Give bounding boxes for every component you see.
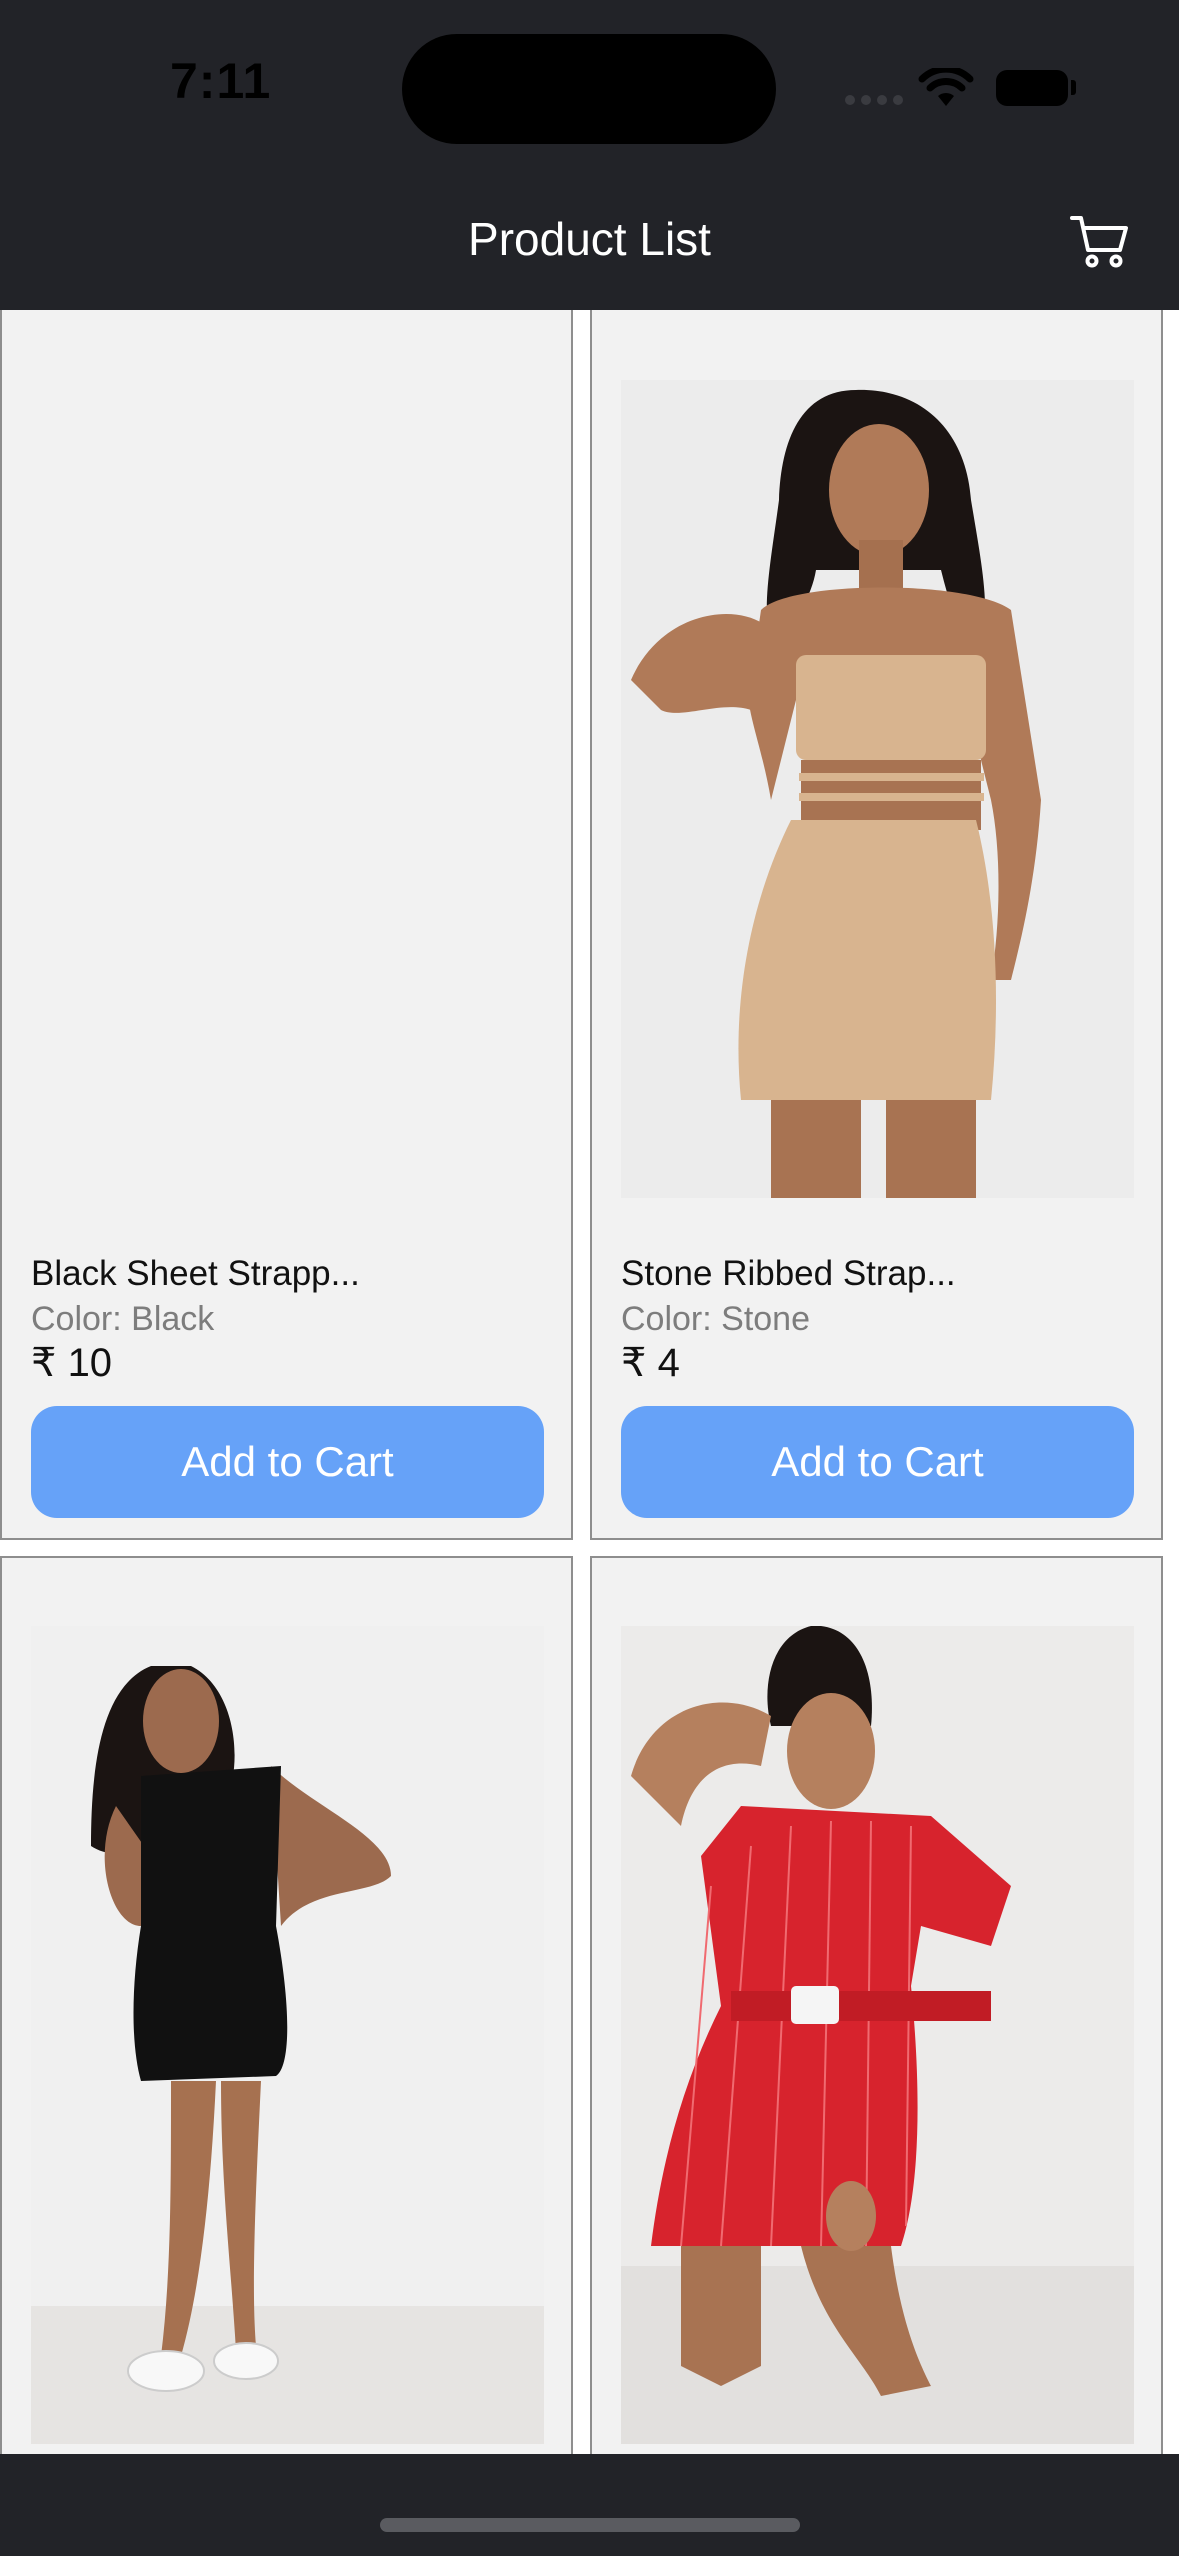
- product-name: Stone Ribbed Strap...: [621, 1254, 956, 1293]
- page-title: Product List: [468, 213, 711, 265]
- add-to-cart-button[interactable]: Add to Cart: [31, 1406, 544, 1518]
- dynamic-island: [402, 34, 776, 144]
- product-card[interactable]: [590, 1556, 1163, 2454]
- product-color: Color: Stone: [621, 1300, 810, 1338]
- cellular-signal-icon: [845, 92, 909, 110]
- product-image: [621, 380, 1134, 1198]
- product-color: Color: Black: [31, 1300, 215, 1338]
- wifi-icon: [918, 68, 974, 106]
- battery-icon: [996, 70, 1068, 106]
- product-card[interactable]: Black Sheet Strapp... Color: Black ₹ 10 …: [0, 310, 573, 1540]
- product-price: ₹ 10: [31, 1341, 113, 1385]
- product-image: [621, 1626, 1134, 2444]
- battery-tip: [1071, 80, 1076, 95]
- home-indicator[interactable]: [380, 2518, 800, 2532]
- product-price: ₹ 4: [621, 1341, 680, 1385]
- product-image-placeholder: [31, 380, 544, 1198]
- product-name: Black Sheet Strapp...: [31, 1254, 360, 1293]
- nav-header: Product List: [0, 180, 1179, 310]
- product-image: [31, 1626, 544, 2444]
- product-card[interactable]: Stone Ribbed Strap... Color: Stone ₹ 4 A…: [590, 310, 1163, 1540]
- product-grid[interactable]: Black Sheet Strapp... Color: Black ₹ 10 …: [0, 310, 1179, 2454]
- add-to-cart-button[interactable]: Add to Cart: [621, 1406, 1134, 1518]
- bottom-safe-area: [0, 2454, 1179, 2556]
- status-time: 7:11: [170, 53, 272, 109]
- product-card[interactable]: [0, 1556, 573, 2454]
- cart-icon[interactable]: [1068, 208, 1134, 274]
- status-bar: 7:11: [0, 0, 1179, 180]
